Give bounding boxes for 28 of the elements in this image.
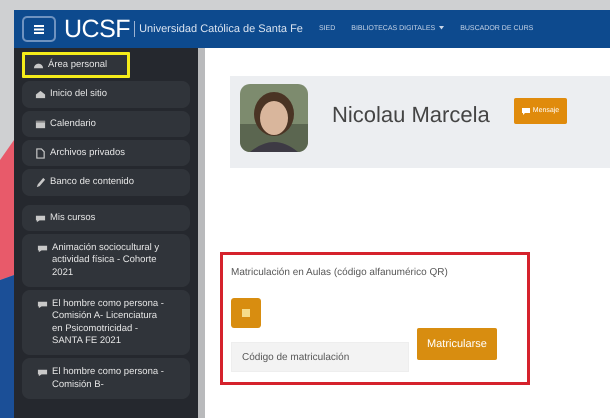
calendar-icon xyxy=(35,118,46,130)
speech-bubble-icon xyxy=(37,299,48,310)
scrollbar[interactable] xyxy=(198,48,205,418)
sidebar-item[interactable]: Archivos privados xyxy=(22,140,190,166)
pencil-icon xyxy=(35,177,46,188)
menu-icon xyxy=(34,24,44,34)
house-icon xyxy=(35,89,46,100)
enrolment-code-field[interactable]: Código de matriculación xyxy=(231,342,409,372)
site-logo[interactable]: UCSF xyxy=(64,16,130,42)
square-icon xyxy=(242,309,250,317)
sidebar-item[interactable]: Mis cursos xyxy=(22,204,190,232)
panel-title: Matriculación en Aulas (código alfanumérico QR) xyxy=(231,266,449,280)
caret-icon xyxy=(439,26,444,30)
sidebar-item[interactable]: Banco de contenido xyxy=(22,169,190,196)
sidebar-item[interactable]: El hombre como persona - Comisión B- xyxy=(22,358,190,400)
site-subtitle: Universidad Católica de Santa Fe xyxy=(134,20,303,38)
menu-button[interactable] xyxy=(22,16,56,42)
sidebar-item[interactable]: Área personal xyxy=(22,52,130,78)
file-icon xyxy=(35,148,46,160)
profile-name: Nicolau Marcela xyxy=(332,101,490,129)
sidebar-item[interactable]: El hombre como persona - Comisión A- Licenciatura en Psicomotricidad - SANTA FE 2021 xyxy=(22,290,190,356)
speech-bubble-icon xyxy=(37,243,48,254)
speech-bubble-icon xyxy=(37,367,48,378)
qr-button[interactable] xyxy=(231,298,261,328)
sidebar-item[interactable]: Calendario xyxy=(22,110,190,138)
sidebar-item[interactable]: Inicio del sitio xyxy=(22,81,190,108)
sidebar-item[interactable]: Animación sociocultural y actividad física - Cohorte 2021 xyxy=(22,234,190,288)
speech-bubble-icon xyxy=(522,108,530,114)
